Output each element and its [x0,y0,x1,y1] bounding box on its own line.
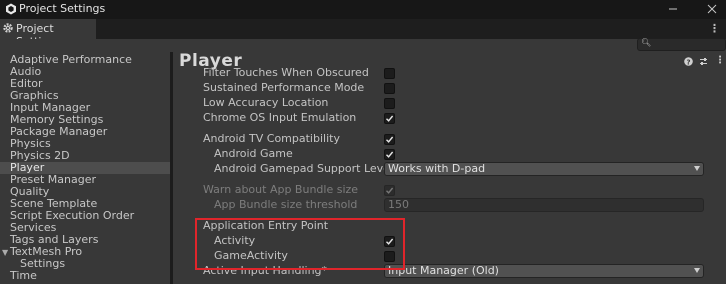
gamepad-support-dropdown[interactable]: Works with D-pad [384,162,704,176]
dropdown-arrow-icon [694,268,700,273]
warn-app-bundle-label: Warn about App Bundle size [203,183,359,196]
android-tv-compat-label: Android TV Compatibility [203,132,340,145]
low-accuracy-location-label: Low Accuracy Location [203,96,329,109]
sidebar-item-time[interactable]: Time [10,270,37,282]
foldout-expanded-icon[interactable]: ▼ [2,248,8,257]
app-bundle-threshold-label: App Bundle size threshold [214,198,358,211]
search-icon: 🔍︎ [641,38,652,47]
dropdown-value: Works with D-pad [388,162,486,175]
close-button[interactable] [700,0,724,19]
preset-sliders-icon[interactable] [699,57,708,69]
android-game-checkbox[interactable] [384,149,395,160]
android-game-label: Android Game [214,147,293,160]
gear-icon [3,23,13,33]
window-title: Project Settings [19,2,106,15]
kebab-menu-icon[interactable]: ⋮ [715,55,725,66]
gamepad-support-label: Android Gamepad Support Level [214,162,393,175]
dropdown-arrow-icon [694,166,700,171]
minimize-button[interactable] [661,0,685,19]
checkmark-icon [386,136,394,143]
help-icon[interactable]: ? [684,57,693,69]
chrome-os-input-checkbox[interactable] [384,113,395,124]
search-input[interactable]: 🔍︎ [637,38,726,51]
filter-touches-label: Filter Touches When Obscured [203,66,369,79]
warn-app-bundle-checkbox[interactable] [384,185,395,196]
checkmark-icon [386,187,394,194]
app-bundle-threshold-field[interactable]: 150 [384,198,704,212]
minimize-icon [669,8,677,10]
close-icon [707,4,717,14]
highlight-annotation-box [195,218,405,270]
toolbar [0,39,726,52]
checkmark-icon [386,151,394,158]
low-accuracy-location-checkbox[interactable] [384,98,395,109]
kebab-menu-icon[interactable]: ⋮ [709,22,720,35]
sustained-performance-checkbox[interactable] [384,83,395,94]
sustained-performance-label: Sustained Performance Mode [203,81,365,94]
tab-project-settings[interactable]: Project Settings [0,19,96,48]
unity-logo-icon [6,3,16,15]
active-input-handling-dropdown[interactable]: Input Manager (Old) [384,264,704,278]
filter-touches-checkbox[interactable] [384,68,395,79]
svg-text:?: ? [686,58,690,66]
chrome-os-input-label: Chrome OS Input Emulation [203,111,357,124]
tab-bar: Project Settings ⋮ [0,19,726,48]
checkmark-icon [386,115,394,122]
android-tv-compat-checkbox[interactable] [384,134,395,145]
window-title-bar: Project Settings [0,0,726,19]
field-value: 150 [388,198,409,211]
